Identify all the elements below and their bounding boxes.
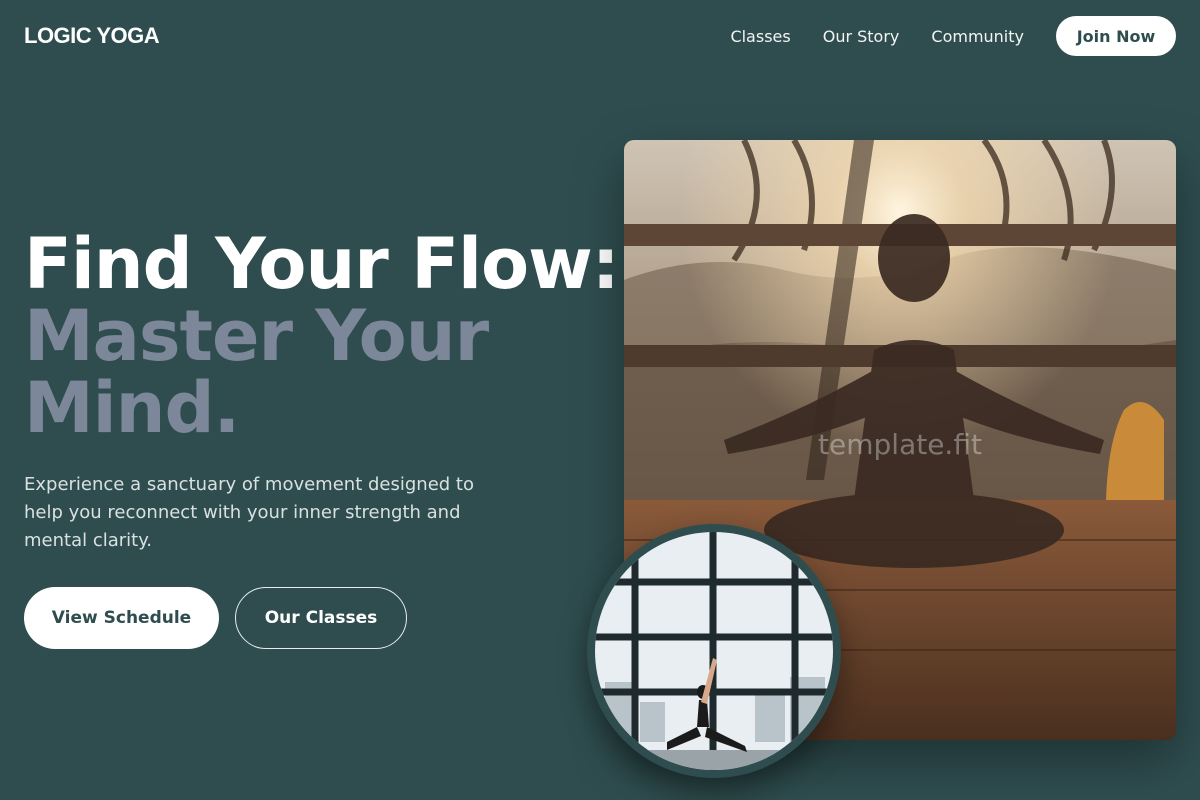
site-header: LOGIC YOGA Classes Our Story Community J… [24,16,1176,56]
hero-button-row: View Schedule Our Classes [24,587,407,649]
our-classes-button[interactable]: Our Classes [235,587,407,649]
view-schedule-button[interactable]: View Schedule [24,587,219,649]
watermark-text: template.fit [818,428,982,461]
yoga-pose-photo [587,524,841,778]
hero-title-line2: Master Your Mind. [24,295,489,449]
hero-title: Find Your Flow: Master Your Mind. [24,223,620,449]
nav-link-our-story[interactable]: Our Story [823,27,900,46]
main-nav: Classes Our Story Community Join Now [698,16,1176,56]
join-now-button[interactable]: Join Now [1056,16,1176,56]
yoga-pose-photo-frame [595,532,833,770]
logo[interactable]: LOGIC YOGA [24,23,160,49]
nav-link-community[interactable]: Community [931,27,1024,46]
nav-link-classes[interactable]: Classes [730,27,790,46]
hero-title-line1: Find Your Flow: [24,223,620,305]
hero-description: Experience a sanctuary of movement desig… [24,474,474,551]
yoga-pose-illustration [595,532,833,770]
